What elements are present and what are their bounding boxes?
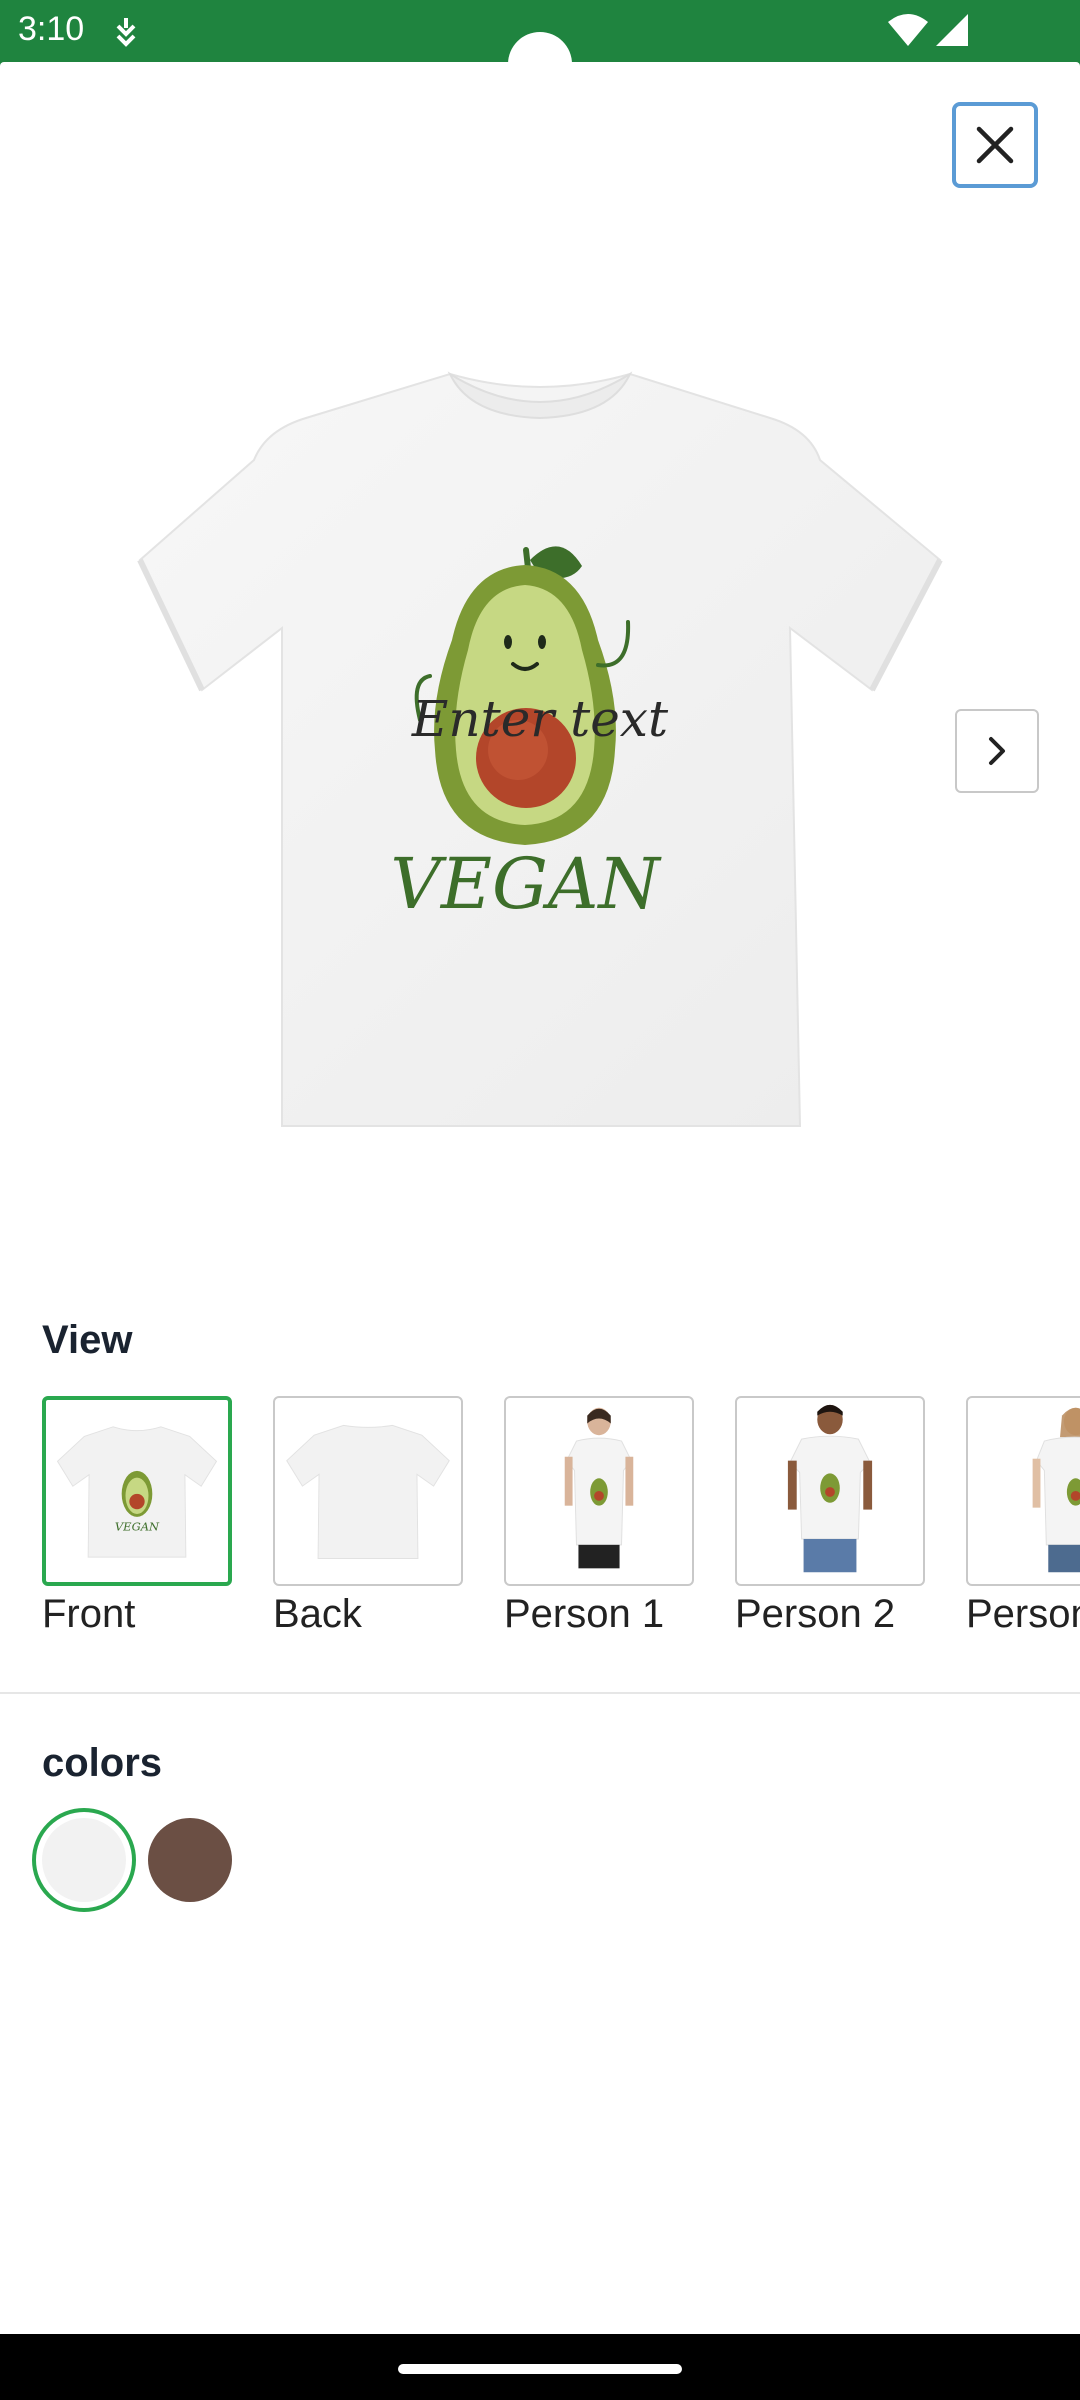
person-2-thumbnail: [787, 1404, 873, 1573]
view-thumb-back[interactable]: [273, 1396, 463, 1586]
person-1-thumbnail: [564, 1407, 634, 1569]
signal-icon: [936, 14, 968, 46]
view-item-person-2[interactable]: Person 2: [735, 1396, 925, 1637]
home-gesture-handle[interactable]: [398, 2364, 682, 2374]
view-thumbnails: VEGAN Front Back Person 1 Person 2 Perso: [42, 1396, 1080, 1646]
view-item-front[interactable]: VEGAN Front: [42, 1396, 232, 1637]
close-button[interactable]: [952, 102, 1038, 188]
view-item-back[interactable]: Back: [273, 1396, 463, 1637]
view-label-back: Back: [273, 1592, 362, 1636]
view-label-person-3: Person 3: [966, 1592, 1080, 1636]
view-label-person-2: Person 2: [735, 1592, 896, 1636]
view-item-person-3[interactable]: Person 3: [966, 1396, 1080, 1637]
view-item-person-1[interactable]: Person 1: [504, 1396, 694, 1637]
color-swatch-brown[interactable]: [148, 1818, 232, 1902]
view-thumb-front[interactable]: VEGAN: [42, 1396, 232, 1586]
section-divider: [0, 1692, 1080, 1694]
view-label-person-1: Person 1: [504, 1592, 665, 1636]
view-thumb-person-2[interactable]: [735, 1396, 925, 1586]
tshirt-front-thumbnail: VEGAN: [56, 1426, 218, 1558]
tshirt-back-thumbnail: [286, 1424, 450, 1560]
notification-icon: [116, 18, 136, 47]
design-text: VEGAN: [390, 843, 662, 925]
view-label-front: Front: [42, 1592, 136, 1636]
status-time: 3:10: [18, 10, 85, 48]
person-3-thumbnail: [1032, 1407, 1080, 1573]
overlay-text[interactable]: Enter text: [411, 690, 669, 748]
wifi-icon: [888, 14, 928, 46]
view-thumb-person-3[interactable]: [966, 1396, 1080, 1586]
color-swatch-white[interactable]: [42, 1818, 126, 1902]
next-image-button[interactable]: [955, 709, 1039, 793]
svg-text:VEGAN: VEGAN: [115, 1519, 160, 1533]
view-thumb-person-1[interactable]: [504, 1396, 694, 1586]
colors-section-title: colors: [42, 1741, 163, 1785]
close-icon: [976, 126, 1014, 164]
view-section-title: View: [42, 1318, 133, 1362]
tshirt-front-image: Enter text VEGAN: [137, 371, 943, 1127]
product-preview: Enter text VEGAN: [130, 360, 950, 1140]
chevron-right-icon: [989, 737, 1005, 765]
